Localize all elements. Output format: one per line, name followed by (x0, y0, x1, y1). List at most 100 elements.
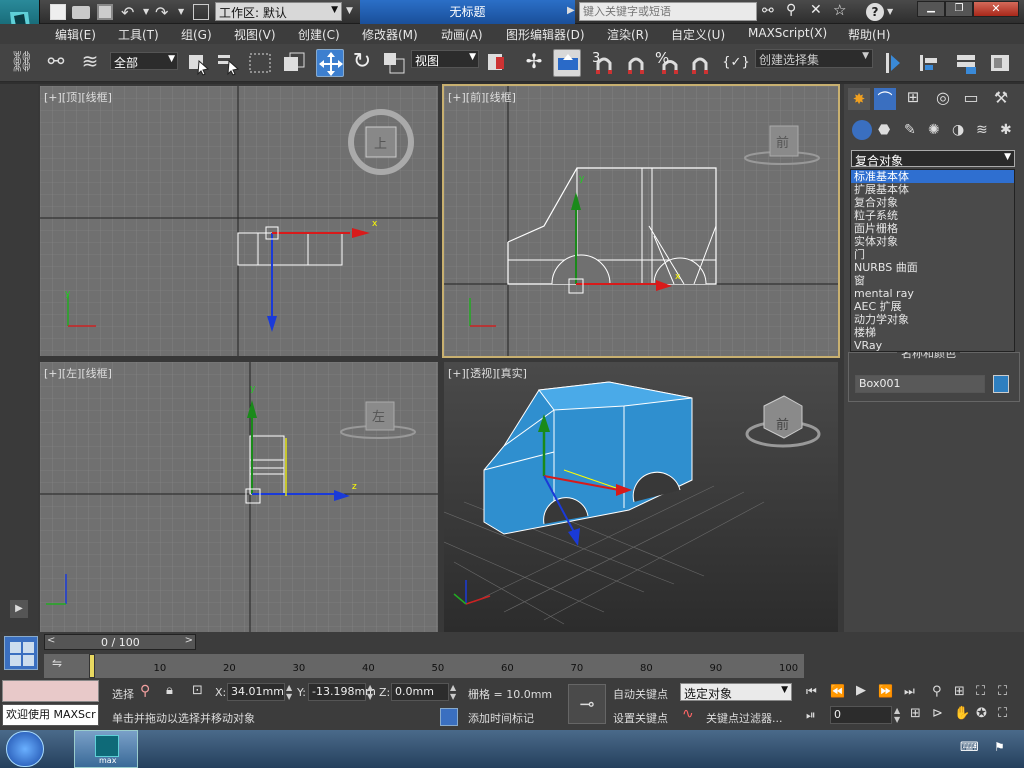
viewcube-label[interactable]: 前 (776, 414, 789, 433)
menu-tools[interactable]: 工具(T) (118, 26, 159, 43)
time-tag-icon[interactable] (440, 708, 458, 726)
redo-icon[interactable]: ↷ (155, 3, 168, 22)
dropdown-item[interactable]: 粒子系统 (851, 209, 1014, 222)
maxscript-mini-listener[interactable]: 欢迎使用 MAXScr (2, 704, 99, 726)
object-name-field[interactable]: Box001 (855, 375, 985, 393)
current-frame-marker[interactable] (89, 654, 95, 678)
set-key-mode-icon[interactable]: ⊸ (568, 684, 606, 724)
x-coord-field[interactable]: 34.01mm (227, 683, 285, 701)
isolate-bulb-icon[interactable]: ⚲ (140, 683, 150, 699)
menu-help[interactable]: 帮助(H) (848, 26, 890, 43)
search-input[interactable] (579, 2, 757, 21)
set-key-button[interactable]: 设置关键点 (613, 710, 668, 726)
menu-rendering[interactable]: 渲染(R) (607, 26, 649, 43)
pan-icon[interactable]: ✋ (954, 706, 970, 721)
systems-category-icon[interactable]: ✱ (1000, 122, 1012, 138)
menu-group[interactable]: 组(G) (181, 26, 212, 43)
dropdown-item[interactable]: 面片栅格 (851, 222, 1014, 235)
close-button[interactable]: ✕ (973, 1, 1019, 17)
project-folder-icon[interactable] (193, 4, 209, 20)
field-of-view-icon[interactable]: ⊳ (932, 706, 943, 721)
time-slider[interactable]: < 0 / 100 > (44, 634, 196, 650)
tab-display[interactable]: ▭ (960, 88, 982, 110)
percent-snap-icon[interactable]: % (654, 49, 682, 77)
keyboard-shortcut-override-icon[interactable] (553, 49, 581, 77)
tab-utilities[interactable]: ⚒ (990, 88, 1012, 110)
key-filters-button[interactable]: 关键点过滤器... (706, 710, 783, 726)
auto-key-button[interactable]: 自动关键点 (613, 686, 668, 702)
dropdown-item[interactable]: 窗 (851, 274, 1014, 287)
select-by-name-icon[interactable] (214, 49, 242, 77)
key-search-icon[interactable]: ⚲ (786, 2, 796, 18)
viewcube-label[interactable]: 上 (374, 133, 387, 152)
goto-end-icon[interactable]: ⏭ (904, 684, 915, 699)
menu-maxscript[interactable]: MAXScript(X) (748, 26, 827, 40)
dropdown-item[interactable]: mental ray (851, 287, 1014, 300)
expand-arrow-icon[interactable]: ▶ (10, 600, 28, 618)
pivot-center-icon[interactable] (484, 49, 512, 77)
taskbar-3dsmax-button[interactable]: max (74, 730, 138, 768)
minimize-button[interactable]: ▁ (917, 1, 945, 17)
selection-lock-icon[interactable]: 🔒︎ (166, 683, 173, 698)
goto-start-icon[interactable]: ⏮ (806, 684, 817, 699)
absolute-mode-icon[interactable]: ⊡ (192, 683, 203, 698)
y-coord-field[interactable]: -13.198mm (308, 683, 376, 701)
object-category-select[interactable]: 复合对象 ▼ (851, 150, 1015, 168)
dropdown-item[interactable]: VRay (851, 339, 1014, 352)
dropdown-item[interactable]: 楼梯 (851, 326, 1014, 339)
snaps-toggle-icon[interactable]: 3 (590, 49, 618, 77)
new-file-icon[interactable] (50, 4, 66, 20)
menu-customize[interactable]: 自定义(U) (671, 26, 725, 43)
time-config-icon[interactable]: ⊞ (910, 706, 921, 721)
spinner-snap-icon[interactable] (686, 49, 714, 77)
viewport-top[interactable]: [+][顶][线框] 上 x y (40, 86, 438, 356)
align-icon[interactable] (914, 49, 942, 77)
binoculars-icon[interactable]: ⚯ (762, 3, 774, 19)
named-selection-select[interactable]: 创建选择集 ▼ (755, 49, 873, 68)
dropdown-item[interactable]: NURBS 曲面 (851, 261, 1014, 274)
dropdown-item[interactable]: 复合对象 (851, 196, 1014, 209)
viewport-front[interactable]: [+][前][线框] 前 x y (442, 84, 840, 358)
dropdown-item[interactable]: AEC 扩展 (851, 300, 1014, 313)
zoom-extents-icon[interactable]: ⛶ (976, 684, 985, 699)
zoom-all-icon[interactable]: ⊞ (954, 684, 965, 699)
dropdown-item[interactable]: 动力学对象 (851, 313, 1014, 326)
undo-icon[interactable]: ↶ (121, 3, 134, 22)
zoom-icon[interactable]: ⚲ (932, 684, 942, 699)
key-mode-select[interactable]: 选定对象 ▼ (680, 683, 792, 701)
lights-category-icon[interactable]: ✎ (904, 122, 916, 138)
link-icon[interactable]: ⛓ (8, 49, 36, 77)
next-frame-icon[interactable]: ⏩ (878, 684, 893, 698)
zoom-extents-all-icon[interactable]: ⛶ (998, 684, 1007, 699)
spacewarps-category-icon[interactable]: ≋ (976, 122, 988, 138)
menu-create[interactable]: 创建(C) (298, 26, 340, 43)
dropdown-item[interactable]: 门 (851, 248, 1014, 261)
open-file-icon[interactable] (72, 6, 90, 19)
menu-animation[interactable]: 动画(A) (441, 26, 483, 43)
y-spinner-icon[interactable]: ▲ ▼ (367, 683, 373, 701)
viewport-label[interactable]: [+][顶][线框] (44, 89, 112, 105)
geometry-category-icon[interactable] (852, 120, 872, 140)
window-crossing-icon[interactable] (280, 49, 308, 77)
select-manipulate-icon[interactable]: ✢ (520, 49, 548, 77)
unlink-icon[interactable]: ⚯ (42, 49, 70, 77)
current-frame-field[interactable]: 0 (830, 706, 892, 724)
select-object-icon[interactable] (184, 49, 212, 77)
select-scale-icon[interactable] (380, 49, 408, 77)
add-time-tag-label[interactable]: 添加时间标记 (468, 710, 534, 726)
frame-spinner-icon[interactable]: ▲ ▼ (894, 706, 900, 724)
edit-named-selection-icon[interactable]: {✓} (722, 49, 750, 77)
keyboard-tray-icon[interactable]: ⌨ (960, 740, 979, 755)
cameras-category-icon[interactable]: ✺ (928, 122, 940, 138)
viewport-layout-button[interactable] (4, 636, 38, 670)
viewport-label[interactable]: [+][前][线框] (448, 89, 516, 105)
graphite-modeling-icon[interactable] (986, 49, 1014, 77)
save-file-icon[interactable] (97, 4, 113, 20)
layer-manager-icon[interactable] (952, 49, 980, 77)
track-bar[interactable]: 10 20 30 40 50 60 70 80 90 100 (44, 654, 804, 678)
key-mode-toggle-icon[interactable]: ⏯ (806, 708, 816, 723)
maximize-button[interactable]: ❐ (945, 1, 973, 17)
help-icon[interactable]: ? (866, 3, 884, 21)
favorites-star-icon[interactable]: ☆ (833, 1, 846, 19)
time-slider-prev-icon[interactable]: < (47, 635, 55, 646)
